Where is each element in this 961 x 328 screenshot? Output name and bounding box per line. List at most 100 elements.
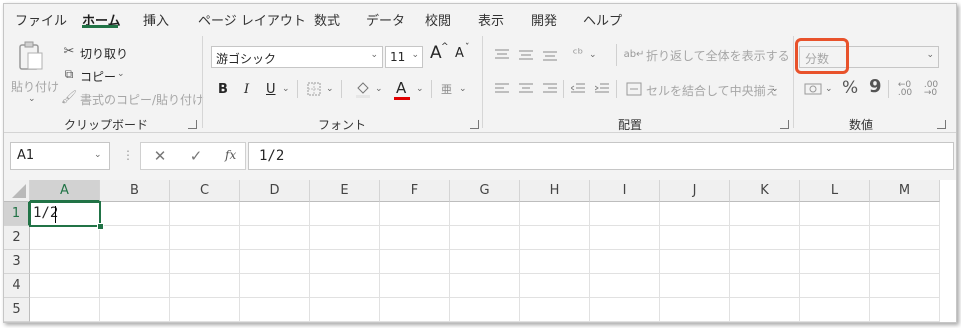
format-painter-label[interactable]: 書式のコピー/貼り付け xyxy=(80,91,204,108)
cell-b2[interactable] xyxy=(100,226,170,250)
cell-d2[interactable] xyxy=(240,226,310,250)
cell-j4[interactable] xyxy=(660,274,730,298)
cell-a4[interactable] xyxy=(30,274,100,298)
cell-g3[interactable] xyxy=(450,250,520,274)
cell-k1[interactable] xyxy=(730,202,800,226)
column-header-l[interactable]: L xyxy=(800,180,870,202)
copy-icon[interactable]: ⧉ xyxy=(62,67,76,81)
cell-e2[interactable] xyxy=(310,226,380,250)
cell-c5[interactable] xyxy=(170,298,240,322)
cell-i3[interactable] xyxy=(590,250,660,274)
currency-chevron-icon[interactable]: ⌄ xyxy=(825,84,833,94)
grow-font-icon[interactable]: A xyxy=(430,43,442,63)
tab-insert[interactable]: 挿入 xyxy=(143,10,169,29)
row-header-5[interactable]: 5 xyxy=(4,298,30,322)
fill-color-icon[interactable] xyxy=(354,80,372,98)
border-chevron-icon[interactable]: ⌄ xyxy=(326,84,334,94)
column-header-a[interactable]: A xyxy=(30,180,100,202)
cell-a2[interactable] xyxy=(30,226,100,250)
cell-f5[interactable] xyxy=(380,298,450,322)
phonetic-chevron-icon[interactable]: ⌄ xyxy=(459,84,467,94)
align-middle-icon[interactable] xyxy=(518,48,534,62)
underline-chevron-icon[interactable]: ⌄ xyxy=(282,84,290,94)
column-header-b[interactable]: B xyxy=(100,180,170,202)
row-header-1[interactable]: 1 xyxy=(4,202,30,226)
font-size-select[interactable]: 11 ⌄ xyxy=(385,46,423,68)
name-box-chevron-icon[interactable]: ⌄ xyxy=(94,150,102,160)
cell-j3[interactable] xyxy=(660,250,730,274)
cell-j1[interactable] xyxy=(660,202,730,226)
wrap-text-icon[interactable]: ab↵ xyxy=(624,46,645,62)
cell-m5[interactable] xyxy=(870,298,940,322)
copy-label[interactable]: コピー xyxy=(80,68,116,85)
cell-l3[interactable] xyxy=(800,250,870,274)
cell-d1[interactable] xyxy=(240,202,310,226)
cell-f2[interactable] xyxy=(380,226,450,250)
orientation-icon[interactable]: ᶜᵇ xyxy=(570,46,586,62)
cell-i4[interactable] xyxy=(590,274,660,298)
cell-i1[interactable] xyxy=(590,202,660,226)
column-header-g[interactable]: G xyxy=(450,180,520,202)
cell-f1[interactable] xyxy=(380,202,450,226)
enter-check-icon[interactable]: ✓ xyxy=(187,147,205,165)
cell-e3[interactable] xyxy=(310,250,380,274)
cell-c2[interactable] xyxy=(170,226,240,250)
row-header-3[interactable]: 3 xyxy=(4,250,30,274)
select-all-button[interactable] xyxy=(4,180,30,202)
column-header-d[interactable]: D xyxy=(240,180,310,202)
comma-style-button[interactable]: 9 xyxy=(869,76,882,97)
tab-file[interactable]: ファイル xyxy=(15,10,67,29)
bold-button[interactable]: B xyxy=(218,82,228,97)
font-color-icon[interactable]: A xyxy=(396,79,406,97)
align-right-icon[interactable] xyxy=(542,82,558,96)
shrink-font-icon[interactable]: A xyxy=(455,46,464,61)
cell-k5[interactable] xyxy=(730,298,800,322)
cell-l2[interactable] xyxy=(800,226,870,250)
phonetic-icon[interactable]: 亜 xyxy=(441,81,452,97)
cell-e1[interactable] xyxy=(310,202,380,226)
cell-e5[interactable] xyxy=(310,298,380,322)
cell-c3[interactable] xyxy=(170,250,240,274)
tab-developer[interactable]: 開発 xyxy=(531,10,557,29)
cell-b5[interactable] xyxy=(100,298,170,322)
cell-d3[interactable] xyxy=(240,250,310,274)
decrease-indent-icon[interactable] xyxy=(570,82,586,96)
column-header-k[interactable]: K xyxy=(730,180,800,202)
align-top-icon[interactable] xyxy=(494,48,510,62)
formula-input[interactable]: 1/2 xyxy=(248,142,954,170)
cell-f3[interactable] xyxy=(380,250,450,274)
increase-decimal-icon[interactable]: ←0.00 xyxy=(894,80,916,98)
cell-l1[interactable] xyxy=(800,202,870,226)
column-header-j[interactable]: J xyxy=(660,180,730,202)
cell-g2[interactable] xyxy=(450,226,520,250)
percent-style-button[interactable]: % xyxy=(842,78,858,98)
cell-b4[interactable] xyxy=(100,274,170,298)
cut-label[interactable]: 切り取り xyxy=(80,45,128,62)
column-header-h[interactable]: H xyxy=(520,180,590,202)
paste-label[interactable]: 貼り付け xyxy=(11,78,59,95)
align-left-icon[interactable] xyxy=(494,82,510,96)
tab-page-layout[interactable]: ページ レイアウト xyxy=(198,10,306,29)
tab-help[interactable]: ヘルプ xyxy=(583,10,622,29)
cell-i5[interactable] xyxy=(590,298,660,322)
cell-k3[interactable] xyxy=(730,250,800,274)
italic-button[interactable]: I xyxy=(244,82,249,97)
column-header-c[interactable]: C xyxy=(170,180,240,202)
clipboard-launcher-icon[interactable] xyxy=(188,120,197,129)
tab-view[interactable]: 表示 xyxy=(478,10,504,29)
align-bottom-icon[interactable] xyxy=(542,48,558,62)
border-icon[interactable] xyxy=(306,81,322,97)
cell-g1[interactable] xyxy=(450,202,520,226)
cell-m2[interactable] xyxy=(870,226,940,250)
paste-chevron-icon[interactable]: ⌄ xyxy=(28,94,36,104)
merge-center-icon[interactable] xyxy=(626,81,642,97)
number-launcher-icon[interactable] xyxy=(937,120,946,129)
merge-center-label[interactable]: セルを結合して中央揃え xyxy=(646,82,778,99)
row-header-4[interactable]: 4 xyxy=(4,274,30,298)
tab-formulas[interactable]: 数式 xyxy=(314,10,340,29)
cell-m1[interactable] xyxy=(870,202,940,226)
cell-c4[interactable] xyxy=(170,274,240,298)
column-header-i[interactable]: I xyxy=(590,180,660,202)
font-launcher-icon[interactable] xyxy=(470,120,479,129)
cell-m4[interactable] xyxy=(870,274,940,298)
